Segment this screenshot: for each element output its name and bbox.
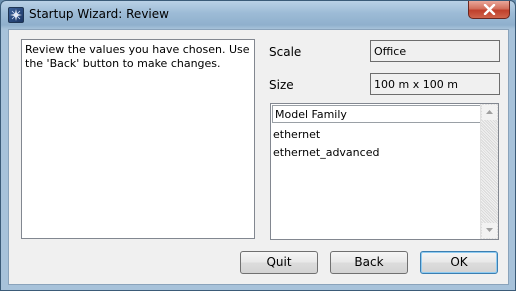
window-title: Startup Wizard: Review <box>29 7 169 21</box>
app-icon <box>8 7 24 23</box>
list-item-ethernet-advanced[interactable]: ethernet_advanced <box>273 146 379 159</box>
close-icon <box>483 4 496 15</box>
scroll-down-arrow-icon <box>486 228 493 232</box>
scale-value: Office <box>370 40 500 62</box>
scroll-up-arrow-icon <box>486 110 493 114</box>
ok-button[interactable]: OK <box>420 251 498 274</box>
model-family-header[interactable]: Model Family <box>272 105 481 123</box>
dialog-body: Review the values you have chosen. Use t… <box>8 29 509 285</box>
size-value: 100 m x 100 m <box>370 73 500 95</box>
scroll-down-button[interactable] <box>482 223 497 238</box>
vertical-scrollbar[interactable] <box>480 104 498 239</box>
back-button[interactable]: Back <box>330 251 408 274</box>
wizard-window: Startup Wizard: Review Review the values… <box>0 0 516 291</box>
title-bar[interactable]: Startup Wizard: Review <box>1 1 515 27</box>
size-label: Size <box>269 78 294 92</box>
ok-button-label: OK <box>450 255 468 269</box>
close-button[interactable] <box>468 1 510 19</box>
scale-label: Scale <box>269 45 302 59</box>
description-text: Review the values you have chosen. Use t… <box>21 39 255 239</box>
model-family-list[interactable]: Model Family ethernet ethernet_advanced <box>270 103 499 240</box>
scroll-up-button[interactable] <box>482 105 497 120</box>
quit-button[interactable]: Quit <box>240 251 318 274</box>
back-button-label: Back <box>354 255 384 269</box>
quit-button-label: Quit <box>266 255 292 269</box>
list-item-ethernet[interactable]: ethernet <box>273 128 320 141</box>
